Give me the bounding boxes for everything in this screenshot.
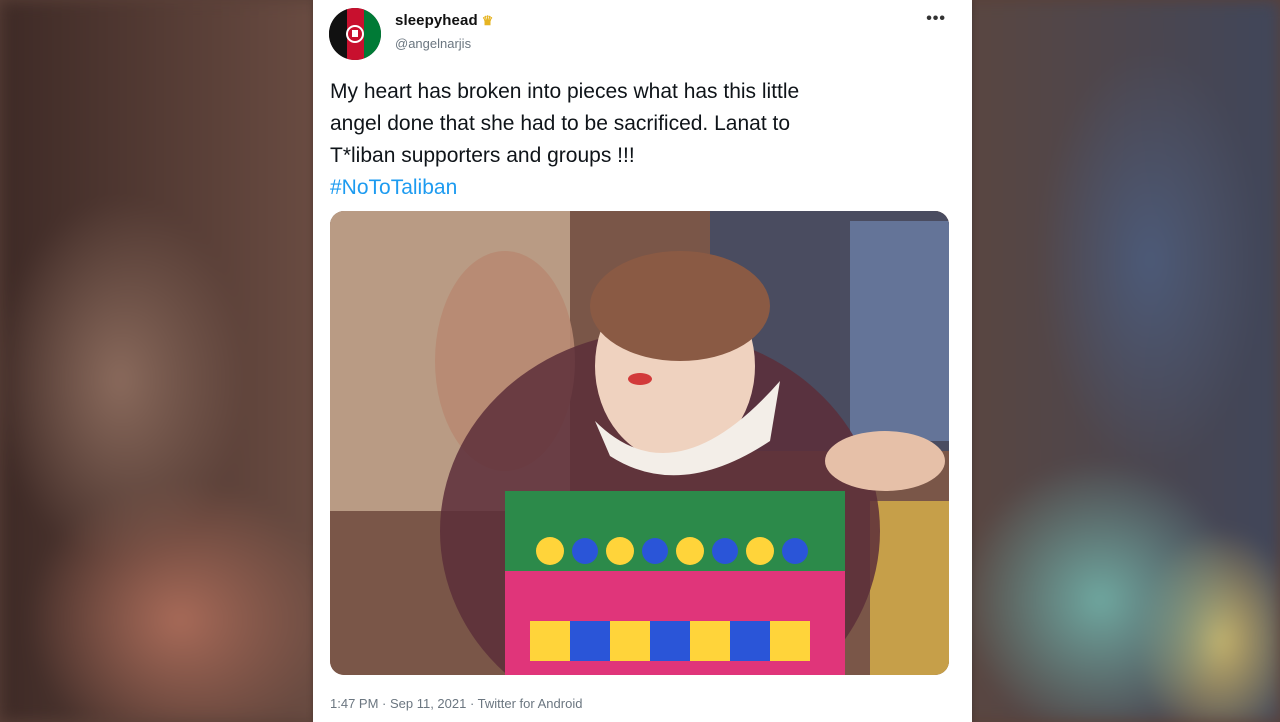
tweet-timestamp[interactable]: 1:47 PM · Sep 11, 2021 · Twitter for And… — [330, 696, 582, 711]
display-name-text: sleepyhead — [395, 12, 478, 29]
tweet-photo[interactable] — [330, 211, 949, 675]
user-handle[interactable]: @angelnarjis — [395, 36, 471, 51]
display-name[interactable]: sleepyhead ♛ — [395, 12, 493, 29]
tweet-text: My heart has broken into pieces what has… — [330, 76, 950, 204]
tweet-line-2: angel done that she had to be sacrificed… — [330, 112, 791, 135]
tweet-line-3: T*liban supporters and groups !!! — [330, 144, 635, 167]
more-options-icon[interactable]: ••• — [926, 10, 946, 28]
tweet-card: sleepyhead ♛ @angelnarjis ••• My heart ha… — [313, 0, 972, 722]
tweet-line-1: My heart has broken into pieces what has… — [330, 80, 800, 103]
tweet-header: sleepyhead ♛ @angelnarjis ••• — [329, 4, 954, 60]
avatar[interactable] — [329, 8, 381, 60]
photo-image — [330, 211, 949, 675]
hashtag-link[interactable]: #NoToTaliban — [330, 172, 950, 204]
crown-icon: ♛ — [481, 13, 494, 28]
afghan-flag-icon — [329, 8, 381, 60]
